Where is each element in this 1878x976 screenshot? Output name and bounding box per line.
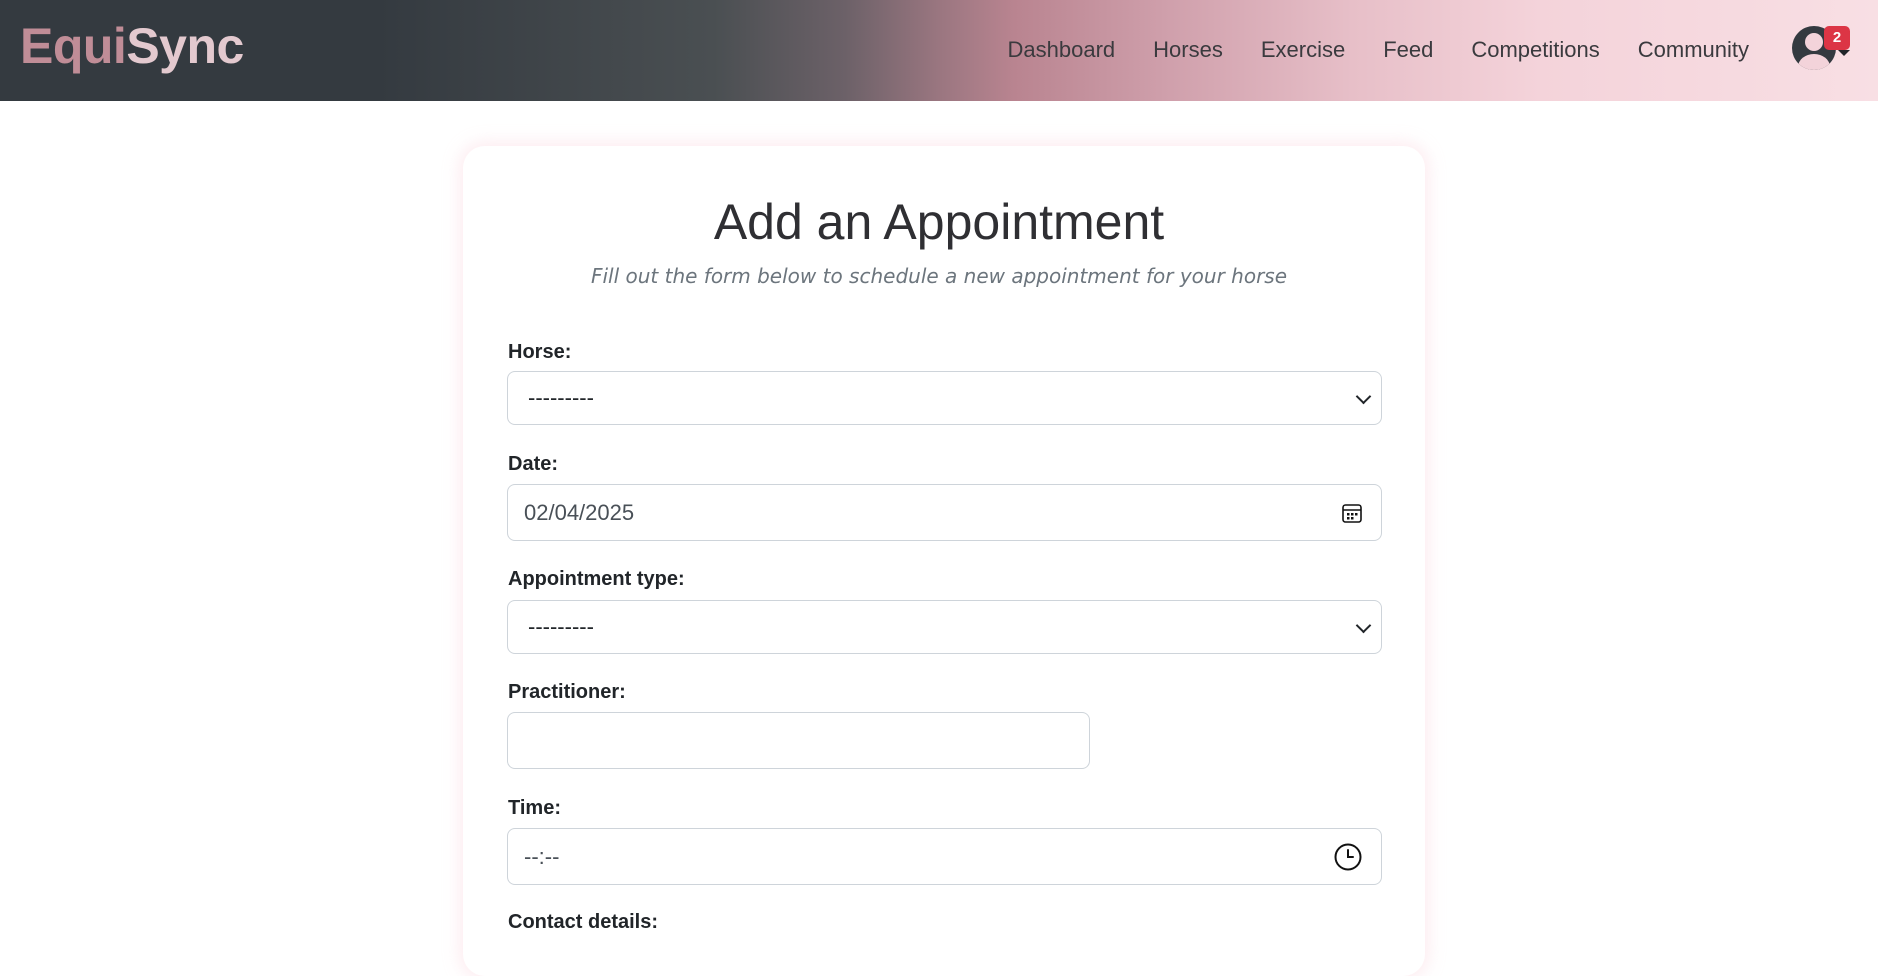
brand-part-2: Sync — [126, 18, 244, 74]
nav-links: Dashboard Horses Exercise Feed Competiti… — [989, 30, 1768, 70]
nav-link-community[interactable]: Community — [1619, 30, 1768, 70]
time-input[interactable]: --:-- — [507, 828, 1382, 885]
appointment-type-label: Appointment type: — [508, 568, 685, 590]
page-subtitle: Fill out the form below to schedule a ne… — [590, 264, 1288, 288]
contact-details-label: Contact details: — [508, 911, 659, 933]
brand-part-1: Equi — [20, 18, 127, 74]
time-label: Time: — [508, 797, 561, 819]
practitioner-input[interactable] — [507, 712, 1090, 769]
top-navbar: EquiSync Dashboard Horses Exercise Feed … — [0, 0, 1878, 101]
nav-link-dashboard[interactable]: Dashboard — [989, 30, 1135, 70]
appointment-type-select[interactable]: --------- — [507, 600, 1382, 654]
nav-link-exercise[interactable]: Exercise — [1242, 30, 1364, 70]
date-label: Date: — [508, 453, 559, 475]
nav-link-horses[interactable]: Horses — [1134, 30, 1242, 70]
appointment-type-select-value: --------- — [528, 614, 594, 639]
time-input-value: --:-- — [524, 844, 560, 869]
chevron-down-icon — [1355, 617, 1372, 634]
date-input-value: 02/04/2025 — [524, 500, 635, 525]
nav-link-competitions[interactable]: Competitions — [1452, 30, 1618, 70]
page-title: Add an Appointment — [713, 194, 1165, 250]
notification-badge: 2 — [1824, 26, 1850, 50]
practitioner-label: Practitioner: — [508, 681, 626, 703]
caret-down-icon — [1838, 50, 1850, 56]
horse-select[interactable]: --------- — [507, 371, 1382, 425]
brand-logo[interactable]: EquiSync — [20, 14, 244, 78]
calendar-icon[interactable] — [1341, 502, 1363, 524]
nav-link-feed[interactable]: Feed — [1364, 30, 1452, 70]
date-input[interactable]: 02/04/2025 — [507, 484, 1382, 541]
clock-icon[interactable] — [1333, 842, 1363, 872]
horse-select-value: --------- — [528, 385, 594, 410]
chevron-down-icon — [1355, 388, 1372, 405]
horse-label: Horse: — [508, 341, 572, 363]
user-menu-toggle[interactable]: 2 — [1790, 24, 1850, 72]
